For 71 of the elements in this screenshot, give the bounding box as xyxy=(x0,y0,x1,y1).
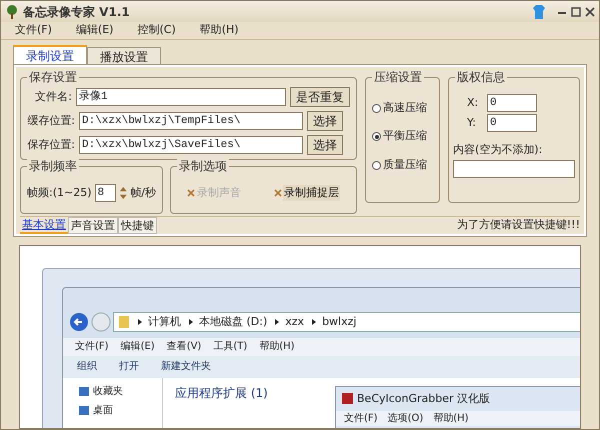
unit-label: 帧/秒 xyxy=(130,184,156,201)
field-label: 文件名: xyxy=(34,88,72,105)
input-field[interactable]: D:\xzx\bwlxzj\SaveFiles\ xyxy=(79,136,303,154)
breadcrumb-item[interactable]: xzx xyxy=(285,314,304,330)
input-field[interactable] xyxy=(453,160,575,178)
group-title: 版权信息 xyxy=(455,70,507,84)
input-field[interactable]: 录像1 xyxy=(76,88,286,106)
field-label: 缓存位置: xyxy=(27,112,75,129)
select-button[interactable]: 选择 xyxy=(307,134,343,155)
radio-option[interactable]: 平衡压缩 xyxy=(372,128,433,145)
back-icon[interactable] xyxy=(69,312,89,332)
dialog-title: BeCyIconGrabber 汉化版 xyxy=(357,390,490,407)
menu-item[interactable]: 文件(F) xyxy=(75,339,109,354)
toolbar-button[interactable]: 新建文件夹 xyxy=(161,359,211,374)
app-icon xyxy=(342,393,353,404)
input-field[interactable]: D:\xzx\bwlxzj\TempFiles\ xyxy=(79,112,303,130)
menu-item[interactable]: 控制(C) xyxy=(137,22,176,39)
group-title: 保存设置 xyxy=(27,70,79,84)
cross-icon xyxy=(187,188,195,197)
menu-item[interactable]: 工具(T) xyxy=(213,339,248,354)
menu-item[interactable]: 查看(V) xyxy=(166,339,202,354)
group-title: 录制频率 xyxy=(27,158,79,173)
tab[interactable]: 录制设置 xyxy=(13,44,87,64)
frame-rate-label: 帧频:(1~25) xyxy=(27,184,92,201)
menu-item[interactable]: 编辑(E) xyxy=(76,22,114,39)
group-title: 录制选项 xyxy=(177,158,229,173)
spinner-icon[interactable] xyxy=(118,184,128,201)
content-label: 内容(空为不添加): xyxy=(453,142,544,158)
input-field[interactable]: 0 xyxy=(487,94,537,112)
x-label: X: xyxy=(467,94,480,111)
shirt-icon[interactable] xyxy=(531,4,547,20)
cross-icon xyxy=(274,188,282,197)
toolbar-button[interactable]: 组织 xyxy=(77,359,97,374)
menu-item[interactable]: 文件(F) xyxy=(15,22,52,39)
toolbar-button[interactable]: 打开 xyxy=(119,359,139,374)
menu-item[interactable]: 选项(O) xyxy=(388,410,424,426)
chevron-icon xyxy=(189,318,193,325)
maximize-icon[interactable] xyxy=(571,6,581,17)
tab[interactable]: 播放设置 xyxy=(87,46,161,64)
group-title: 压缩设置 xyxy=(372,70,424,84)
select-button[interactable]: 选择 xyxy=(307,110,343,131)
chevron-icon xyxy=(312,318,316,325)
window-title: 备忘录像专家 V1.1 xyxy=(23,4,130,21)
hint-text: 为了方便请设置快捷键!!! xyxy=(456,217,580,234)
tree-icon xyxy=(5,4,19,20)
field-label: 保存位置: xyxy=(27,136,75,153)
folder-icon xyxy=(118,314,130,329)
input-field[interactable]: 8 xyxy=(94,184,116,202)
tab[interactable]: 快捷键 xyxy=(118,216,157,234)
menu-item[interactable]: 帮助(H) xyxy=(200,22,239,39)
menu-item[interactable]: 编辑(E) xyxy=(120,339,155,354)
address-bar[interactable]: 计算机 本地磁盘 (D:) xzx bwlxzj xyxy=(113,312,580,332)
select-button[interactable]: 是否重复 xyxy=(290,86,350,107)
input-field[interactable]: 0 xyxy=(487,114,537,132)
menu-item[interactable]: 文件(F) xyxy=(344,410,378,426)
record-option[interactable]: 录制捕捉层 xyxy=(283,184,340,202)
menu-item[interactable]: 帮助(H) xyxy=(433,410,469,426)
chevron-icon xyxy=(275,318,280,325)
chevron-icon xyxy=(138,318,142,325)
radio-option[interactable]: 质量压缩 xyxy=(372,156,433,174)
breadcrumb-item[interactable]: bwlxzj xyxy=(322,314,356,330)
menu-item[interactable]: 帮助(H) xyxy=(259,339,295,354)
radio-option[interactable]: 高速压缩 xyxy=(372,100,433,116)
breadcrumb-item[interactable]: 计算机 xyxy=(148,314,181,330)
y-label: Y: xyxy=(467,114,477,131)
group-header: 应用程序扩展 (1) xyxy=(175,384,268,402)
tab[interactable]: 声音设置 xyxy=(68,216,118,234)
nav-item[interactable]: 收藏夹 xyxy=(79,384,162,399)
breadcrumb-item[interactable]: 本地磁盘 (D:) xyxy=(199,314,268,330)
close-icon[interactable] xyxy=(585,6,595,17)
nav-item[interactable]: 桌面 xyxy=(79,402,162,418)
